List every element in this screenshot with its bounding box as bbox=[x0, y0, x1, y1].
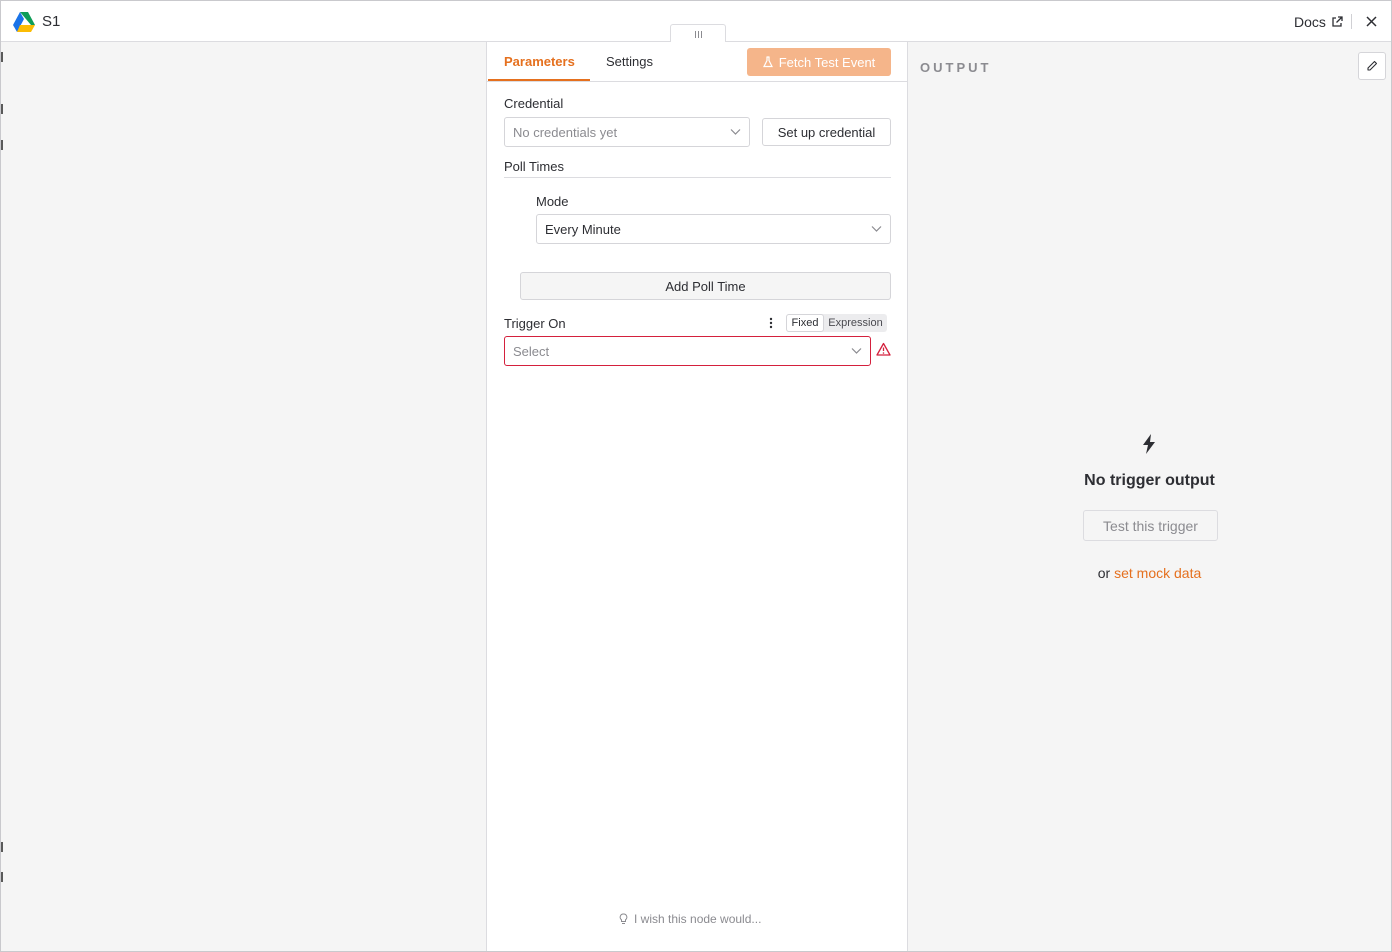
feedback-label: I wish this node would... bbox=[634, 912, 762, 926]
header-divider bbox=[1351, 14, 1352, 29]
edge-marker bbox=[1, 52, 3, 62]
parameter-tabs: Parameters Settings Fetch Test Event bbox=[487, 42, 907, 82]
chevron-down-icon bbox=[851, 348, 862, 354]
test-trigger-button[interactable]: Test this trigger bbox=[1083, 510, 1218, 541]
credential-placeholder: No credentials yet bbox=[513, 124, 618, 140]
edge-marker bbox=[1, 140, 3, 150]
external-link-icon bbox=[1332, 16, 1343, 27]
tab-parameters[interactable]: Parameters bbox=[504, 54, 575, 69]
trigger-on-select[interactable]: Select bbox=[504, 336, 871, 366]
mode-label: Mode bbox=[536, 194, 569, 209]
edge-marker bbox=[1, 872, 3, 882]
input-pane bbox=[1, 42, 487, 951]
mode-select[interactable]: Every Minute bbox=[536, 214, 891, 244]
set-up-credential-button[interactable]: Set up credential bbox=[762, 118, 891, 146]
tab-settings[interactable]: Settings bbox=[606, 54, 653, 69]
credential-label: Credential bbox=[504, 96, 564, 111]
bolt-icon bbox=[1143, 434, 1155, 454]
trigger-on-label: Trigger On bbox=[504, 316, 566, 331]
no-trigger-output-title: No trigger output bbox=[1084, 472, 1215, 489]
feedback-link[interactable]: I wish this node would... bbox=[619, 912, 761, 926]
or-text: or bbox=[1097, 565, 1111, 581]
lightbulb-icon bbox=[619, 913, 628, 924]
output-title: OUTPUT bbox=[920, 60, 992, 75]
fetch-test-event-button[interactable]: Fetch Test Event bbox=[747, 48, 891, 76]
edge-marker bbox=[1, 104, 3, 114]
panel-drag-handle[interactable] bbox=[670, 24, 726, 43]
close-icon[interactable] bbox=[1364, 14, 1379, 29]
set-mock-data-link[interactable]: set mock data bbox=[1114, 565, 1201, 581]
credential-select[interactable]: No credentials yet bbox=[504, 117, 750, 147]
output-pane: OUTPUT No trigger output Test this trigg… bbox=[908, 42, 1391, 951]
chevron-down-icon bbox=[730, 129, 741, 135]
docs-label: Docs bbox=[1294, 14, 1326, 30]
fetch-test-event-label: Fetch Test Event bbox=[778, 54, 876, 70]
kebab-icon[interactable] bbox=[768, 316, 774, 330]
add-poll-time-button[interactable]: Add Poll Time bbox=[520, 272, 891, 300]
warning-icon bbox=[876, 342, 891, 356]
edge-marker bbox=[1, 842, 3, 852]
fixed-expression-toggle: Fixed Expression bbox=[786, 314, 887, 332]
parameters-pane: Parameters Settings Fetch Test Event Cre… bbox=[487, 42, 908, 951]
mode-value: Every Minute bbox=[545, 221, 621, 237]
google-drive-logo-icon bbox=[13, 12, 35, 32]
flask-icon bbox=[762, 56, 773, 68]
poll-times-label: Poll Times bbox=[504, 159, 564, 174]
node-details-window: S1 Docs Parameters Settings Fetch Test E… bbox=[0, 0, 1392, 952]
mock-data-line: or set mock data bbox=[908, 565, 1391, 581]
expression-option[interactable]: Expression bbox=[824, 314, 887, 332]
trigger-on-placeholder: Select bbox=[513, 343, 550, 359]
node-title[interactable]: S1 bbox=[42, 13, 60, 30]
fixed-option[interactable]: Fixed bbox=[786, 314, 824, 332]
pencil-icon bbox=[1367, 60, 1378, 71]
edit-output-button[interactable] bbox=[1358, 52, 1386, 80]
active-tab-indicator bbox=[488, 79, 590, 81]
docs-link[interactable]: Docs bbox=[1294, 14, 1343, 30]
chevron-down-icon bbox=[871, 226, 882, 232]
poll-times-divider bbox=[504, 177, 891, 178]
